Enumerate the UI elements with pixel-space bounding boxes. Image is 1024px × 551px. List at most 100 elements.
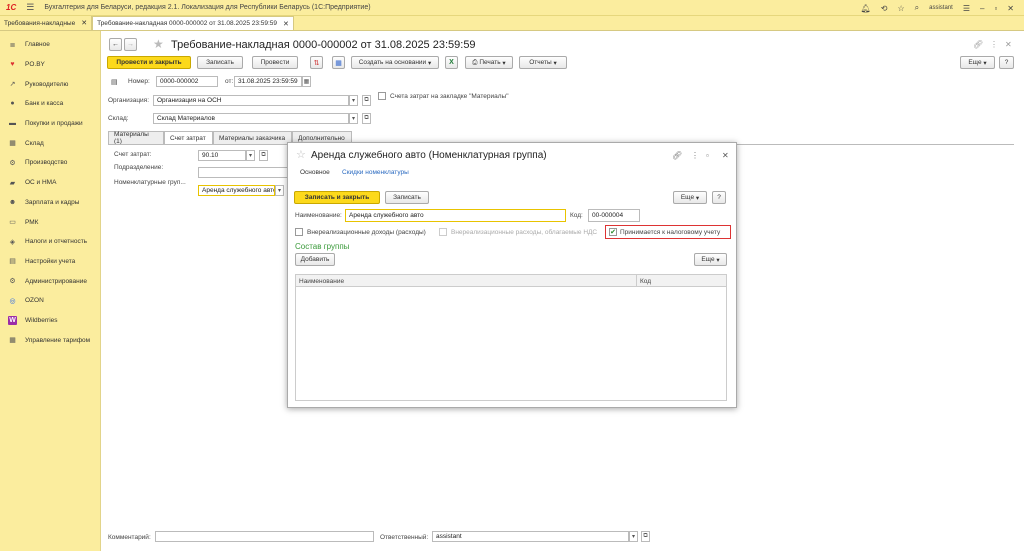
nomgroup-field[interactable]: Аренда служебного авто bbox=[198, 185, 275, 196]
app-logo: 1С bbox=[6, 3, 17, 12]
open-link-icon[interactable]: ⧉ bbox=[259, 150, 268, 161]
search-icon[interactable]: ⌕ bbox=[915, 3, 919, 13]
nonoperating-checkbox[interactable] bbox=[295, 228, 303, 236]
column-name[interactable]: Наименование bbox=[299, 278, 344, 285]
close-icon[interactable]: ✕ bbox=[1007, 4, 1014, 13]
sidebar-item-warehouse[interactable]: ▦ Склад bbox=[0, 133, 100, 153]
sidebar-item-label: РМК bbox=[25, 218, 39, 226]
calendar-icon[interactable]: ▦ bbox=[302, 76, 311, 87]
sidebar-item-bank[interactable]: ● Банк и касса bbox=[0, 94, 100, 114]
reports-button[interactable]: Отчеты ▾ bbox=[519, 56, 567, 69]
link-icon[interactable]: 🔗︎ bbox=[973, 40, 983, 49]
more-button[interactable]: Еще ▾ bbox=[960, 56, 995, 69]
more-vertical-icon[interactable]: ⋮ bbox=[691, 151, 699, 160]
help-button[interactable]: ? bbox=[999, 56, 1014, 69]
tab-customer-materials[interactable]: Материалы заказчика bbox=[213, 131, 292, 144]
chevron-down-icon[interactable]: ▾ bbox=[349, 113, 358, 124]
more-button[interactable]: Еще ▾ bbox=[694, 253, 727, 266]
tab-main[interactable]: Основное bbox=[300, 169, 330, 176]
save-and-close-button[interactable]: Записать и закрыть bbox=[294, 191, 380, 204]
tab-cost-account[interactable]: Счет затрат bbox=[164, 131, 213, 144]
name-field[interactable]: Аренда служебного авто bbox=[345, 209, 566, 222]
close-tab-icon[interactable]: ✕ bbox=[283, 20, 289, 28]
debit-credit-icon[interactable]: ⇅ bbox=[310, 56, 323, 69]
chevron-down-icon[interactable]: ▾ bbox=[246, 150, 255, 161]
cost-accounts-checkbox[interactable] bbox=[378, 92, 386, 100]
chevron-down-icon[interactable]: ▾ bbox=[349, 95, 358, 106]
structure-icon[interactable]: ▦ bbox=[332, 56, 345, 69]
sidebar-item-salary[interactable]: ☻ Зарплата и кадры bbox=[0, 193, 100, 213]
add-button[interactable]: Добавить bbox=[295, 253, 335, 266]
open-tab-list[interactable]: Требования-накладные ✕ bbox=[0, 16, 93, 30]
cost-account-field[interactable]: 90.10 bbox=[198, 150, 246, 161]
sidebar-item-rmk[interactable]: ▭ РМК bbox=[0, 212, 100, 232]
minimize-icon[interactable]: – bbox=[980, 4, 984, 13]
tab-discounts[interactable]: Скидки номенклатуры bbox=[342, 169, 409, 176]
nomgroup-label: Номенклатурные груп... bbox=[114, 179, 186, 186]
favorite-star-icon[interactable]: ☆ bbox=[296, 148, 306, 161]
sidebar-item-main[interactable]: ≣ Главное bbox=[0, 35, 100, 55]
favorites-icon[interactable]: ☆ bbox=[897, 4, 904, 13]
chevron-down-icon[interactable]: ▾ bbox=[629, 531, 638, 542]
menu-icon[interactable]: ☰ bbox=[26, 2, 34, 13]
comment-field[interactable] bbox=[155, 531, 374, 542]
nonoperating-vat-checkbox[interactable] bbox=[439, 228, 447, 236]
date-field[interactable]: 31.08.2025 23:59:59 bbox=[234, 76, 302, 87]
maximize-icon[interactable]: ▫ bbox=[706, 151, 709, 160]
excel-icon[interactable]: X bbox=[445, 56, 458, 69]
sidebar-item-label: Главное bbox=[25, 41, 50, 49]
forward-icon[interactable]: → bbox=[124, 38, 137, 51]
warehouse-field[interactable]: Склад Материалов bbox=[153, 113, 349, 124]
create-based-on-button[interactable]: Создать на основании ▾ bbox=[351, 56, 439, 69]
sidebar-item-poby[interactable]: ♥ PO.BY bbox=[0, 55, 100, 75]
save-button[interactable]: Записать bbox=[197, 56, 243, 69]
tab-materials[interactable]: Материалы (1) bbox=[108, 131, 164, 145]
sidebar-item-sales[interactable]: ▬ Покупки и продажи bbox=[0, 114, 100, 134]
close-icon[interactable]: ✕ bbox=[722, 151, 729, 160]
sidebar-item-label: ОС и НМА bbox=[25, 179, 57, 187]
sidebar-item-manager[interactable]: ↗ Руководителю bbox=[0, 74, 100, 94]
more-button[interactable]: Еще ▾ bbox=[673, 191, 707, 204]
column-code[interactable]: Код bbox=[640, 278, 651, 285]
back-icon[interactable]: ← bbox=[109, 38, 122, 51]
responsible-field[interactable]: assistant bbox=[432, 531, 629, 542]
sidebar-item-admin[interactable]: ⚙ Администрирование bbox=[0, 271, 100, 291]
tax-accounting-checkbox[interactable]: ✔ bbox=[609, 228, 617, 236]
maximize-icon[interactable]: ▫ bbox=[994, 4, 997, 13]
post-button[interactable]: Провести bbox=[252, 56, 298, 69]
chevron-down-icon[interactable]: ▾ bbox=[275, 185, 284, 196]
number-field[interactable]: 0000-000002 bbox=[156, 76, 218, 87]
settings-menu-icon[interactable]: ☰ bbox=[963, 4, 970, 13]
sidebar-item-wildberries[interactable]: W Wildberries bbox=[0, 311, 100, 331]
group-composition-table[interactable] bbox=[295, 287, 727, 401]
sidebar-item-tariff[interactable]: ▦ Управление тарифом bbox=[0, 330, 100, 350]
open-link-icon[interactable]: ⧉ bbox=[362, 95, 371, 106]
organization-field[interactable]: Организация на ОСН bbox=[153, 95, 349, 106]
code-field[interactable]: 00-000004 bbox=[588, 209, 640, 222]
user-name[interactable]: assistant bbox=[929, 5, 953, 11]
button-label: Еще bbox=[968, 59, 982, 66]
more-vertical-icon[interactable]: ⋮ bbox=[990, 40, 998, 49]
save-button[interactable]: Записать bbox=[385, 191, 429, 204]
chevron-down-icon: ▾ bbox=[502, 59, 506, 67]
sidebar-item-taxes[interactable]: ◈ Налоги и отчетность bbox=[0, 232, 100, 252]
link-icon[interactable]: 🔗︎ bbox=[672, 151, 682, 160]
bell-icon[interactable]: 🔔︎ bbox=[861, 4, 871, 13]
favorite-star-icon[interactable]: ★ bbox=[153, 37, 164, 51]
open-link-icon[interactable]: ⧉ bbox=[641, 531, 650, 542]
chevron-down-icon: ▾ bbox=[427, 59, 432, 67]
history-icon[interactable]: ⟲ bbox=[881, 4, 888, 13]
sidebar-item-assets[interactable]: ▰ ОС и НМА bbox=[0, 173, 100, 193]
warehouse-label: Склад: bbox=[108, 115, 129, 122]
sidebar-item-production[interactable]: ⚙ Производство bbox=[0, 153, 100, 173]
open-tab-document[interactable]: Требование-накладная 0000-000002 от 31.0… bbox=[92, 16, 294, 30]
post-and-close-button[interactable]: Провести и закрыть bbox=[107, 56, 191, 69]
sidebar-item-ozon[interactable]: ◎ OZON bbox=[0, 291, 100, 311]
close-form-icon[interactable]: ✕ bbox=[1005, 40, 1012, 49]
close-tab-icon[interactable]: ✕ bbox=[81, 19, 87, 27]
sidebar-item-settings[interactable]: ▤ Настройки учета bbox=[0, 252, 100, 272]
help-button[interactable]: ? bbox=[712, 191, 726, 204]
division-field[interactable] bbox=[198, 167, 288, 178]
open-link-icon[interactable]: ⧉ bbox=[362, 113, 371, 124]
print-button[interactable]: ⎙ Печать ▾ bbox=[465, 56, 513, 69]
